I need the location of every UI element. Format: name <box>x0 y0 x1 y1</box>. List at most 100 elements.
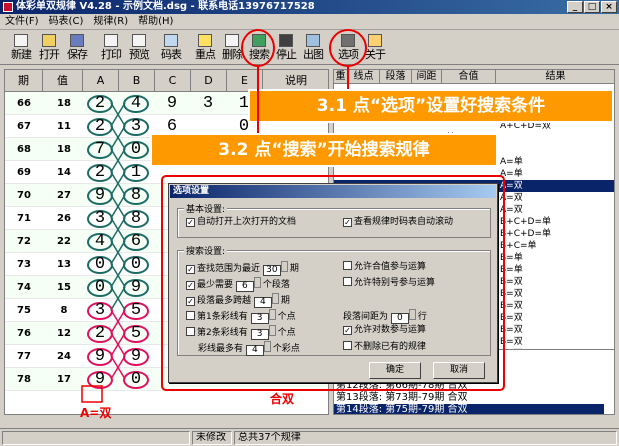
spin-arrows-icon[interactable] <box>268 309 276 320</box>
allow-sum-checkbox[interactable]: 允许合值参与运算 <box>343 261 426 273</box>
close-button[interactable]: × <box>601 1 617 13</box>
rules-row[interactable]: A=单 <box>334 168 614 180</box>
menu-rules[interactable]: 规律(R) <box>88 14 133 30</box>
delete-button[interactable]: 删除 <box>219 32 245 64</box>
search-button[interactable]: 搜索 <box>246 32 272 64</box>
digit-cell: 1 <box>130 163 142 182</box>
preview-button[interactable]: 预览 <box>126 32 152 64</box>
status-modified: 未修改 <box>192 431 232 445</box>
new-button[interactable]: 新建 <box>8 32 34 64</box>
allow-pair-checkbox[interactable]: ✓ 允许对数参与运算 <box>343 325 426 336</box>
minimize-button[interactable]: _ <box>567 1 583 13</box>
save-label: 保存 <box>67 48 88 61</box>
cancel-button[interactable]: 取消 <box>433 362 485 379</box>
rheader-points[interactable]: 线点 <box>348 70 380 84</box>
digit-cell: 9 <box>94 347 106 366</box>
rheader-gap[interactable]: 间距 <box>412 70 442 84</box>
menu-file[interactable]: 文件(F) <box>0 14 44 30</box>
no-delete-label: 不删除已有的规律 <box>354 342 427 352</box>
rules-cell: A=双 <box>500 193 523 203</box>
item2-checkbox[interactable]: 第2条彩线有 3 个点 <box>186 325 296 340</box>
print-label: 打印 <box>101 48 122 61</box>
period-cell: 75 <box>17 305 31 316</box>
play-icon <box>252 34 266 47</box>
auto-scroll-checkbox[interactable]: ✓ 查看规律时码表自动滚动 <box>343 217 453 228</box>
spin-arrows-icon[interactable] <box>408 309 416 320</box>
max-span-checkbox[interactable]: ✓ 段落最多跨越 4期 <box>186 293 290 308</box>
max-span-input[interactable]: 4 <box>253 297 272 308</box>
print-button[interactable]: 打印 <box>98 32 124 64</box>
digit-cell: 2 <box>94 324 106 343</box>
item1-input[interactable]: 3 <box>250 313 269 324</box>
digit-cell: 3 <box>94 209 106 228</box>
min-need-checkbox[interactable]: ✓ 最少需要 6 个段落 <box>186 277 290 292</box>
empty-box-icon <box>343 341 352 350</box>
save-icon <box>70 34 84 47</box>
chart-label: 出图 <box>303 48 324 61</box>
rules-cell: B=双 <box>500 337 523 347</box>
menu-help[interactable]: 帮助(H) <box>133 14 178 30</box>
rheader-sum[interactable]: 合值 <box>442 70 496 84</box>
rheader-section[interactable]: 段落 <box>380 70 412 84</box>
spin-arrows-icon[interactable] <box>253 277 261 288</box>
empty-box-icon <box>186 327 195 336</box>
color-max-input[interactable]: 4 <box>245 345 264 356</box>
print-icon <box>104 34 118 47</box>
rheader-result[interactable]: 结果 <box>496 70 614 84</box>
value-cell: 11 <box>57 121 71 132</box>
search-range-checkbox[interactable]: ✓ 查找范围为最近 30 期 <box>186 261 299 276</box>
open-button[interactable]: 打开 <box>36 32 62 64</box>
search-range-input[interactable]: 30 <box>262 265 281 276</box>
digit-cell: 3 <box>94 301 106 320</box>
no-delete-checkbox[interactable]: 不删除已有的规律 <box>343 341 426 353</box>
digit-cell: 0 <box>130 140 142 159</box>
status-bar: 未修改 总共37个规律 <box>0 428 619 446</box>
save-button[interactable]: 保存 <box>64 32 90 64</box>
rules-cell: B=单 <box>500 265 523 275</box>
log-item[interactable]: 第13段落: 第73期-79期 合双 <box>336 392 468 404</box>
app-icon <box>3 2 13 12</box>
min-need-input[interactable]: 6 <box>235 281 254 292</box>
search-settings-label: 搜索设置: <box>184 244 228 257</box>
about-button[interactable]: 关于 <box>362 32 388 64</box>
new-icon <box>14 34 28 47</box>
chart-button[interactable]: 出图 <box>300 32 326 64</box>
digit-cell: 2 <box>94 94 106 113</box>
menu-code-table[interactable]: 码表(C) <box>44 14 89 30</box>
a-even-label: A=双 <box>80 406 112 420</box>
header-a[interactable]: A <box>83 70 119 92</box>
header-value[interactable]: 值 <box>43 70 83 92</box>
stop-button[interactable]: 停止 <box>273 32 299 64</box>
check-icon: ✓ <box>186 297 195 306</box>
spin-arrows-icon[interactable] <box>268 325 276 336</box>
code-table-button[interactable]: 码表 <box>158 32 184 64</box>
rules-cell: A=双 <box>500 181 523 191</box>
gap-label: 段落间距为 <box>343 312 389 322</box>
auto-open-checkbox[interactable]: ✓ 自动打开上次打开的文档 <box>186 217 296 228</box>
ok-button[interactable]: 确定 <box>369 362 421 379</box>
status-count: 总共37个规律 <box>234 431 617 445</box>
spin-arrows-icon[interactable] <box>263 341 271 352</box>
check-icon: ✓ <box>343 326 352 335</box>
chart-icon <box>306 34 320 47</box>
log-item-selected[interactable]: 第14段落: 第75期-79期 合双 <box>334 404 604 414</box>
value-cell: 14 <box>57 167 71 178</box>
rheader-weight[interactable]: 重 <box>334 70 348 84</box>
delete-icon <box>225 34 239 47</box>
open-icon <box>42 34 56 47</box>
header-c[interactable]: C <box>155 70 191 92</box>
gap-input[interactable]: 0 <box>390 313 409 324</box>
header-b[interactable]: B <box>119 70 155 92</box>
spin-arrows-icon[interactable] <box>271 293 279 304</box>
window-title: 体彩单双规律 V4.28 - 示例文档.dsg - 联系电话1397671752… <box>16 1 315 12</box>
spin-arrows-icon[interactable] <box>280 261 288 272</box>
header-period[interactable]: 期 <box>5 70 43 92</box>
allow-special-checkbox[interactable]: 允许特别号参与运算 <box>343 277 435 289</box>
period-cell: 77 <box>17 351 31 362</box>
item1-checkbox[interactable]: 第1条彩线有 3 个点 <box>186 309 296 324</box>
options-button[interactable]: 选项 <box>335 32 361 64</box>
item2-input[interactable]: 3 <box>250 329 269 340</box>
focus-button[interactable]: 重点 <box>192 32 218 64</box>
header-d[interactable]: D <box>191 70 227 92</box>
maximize-button[interactable]: □ <box>584 1 600 13</box>
